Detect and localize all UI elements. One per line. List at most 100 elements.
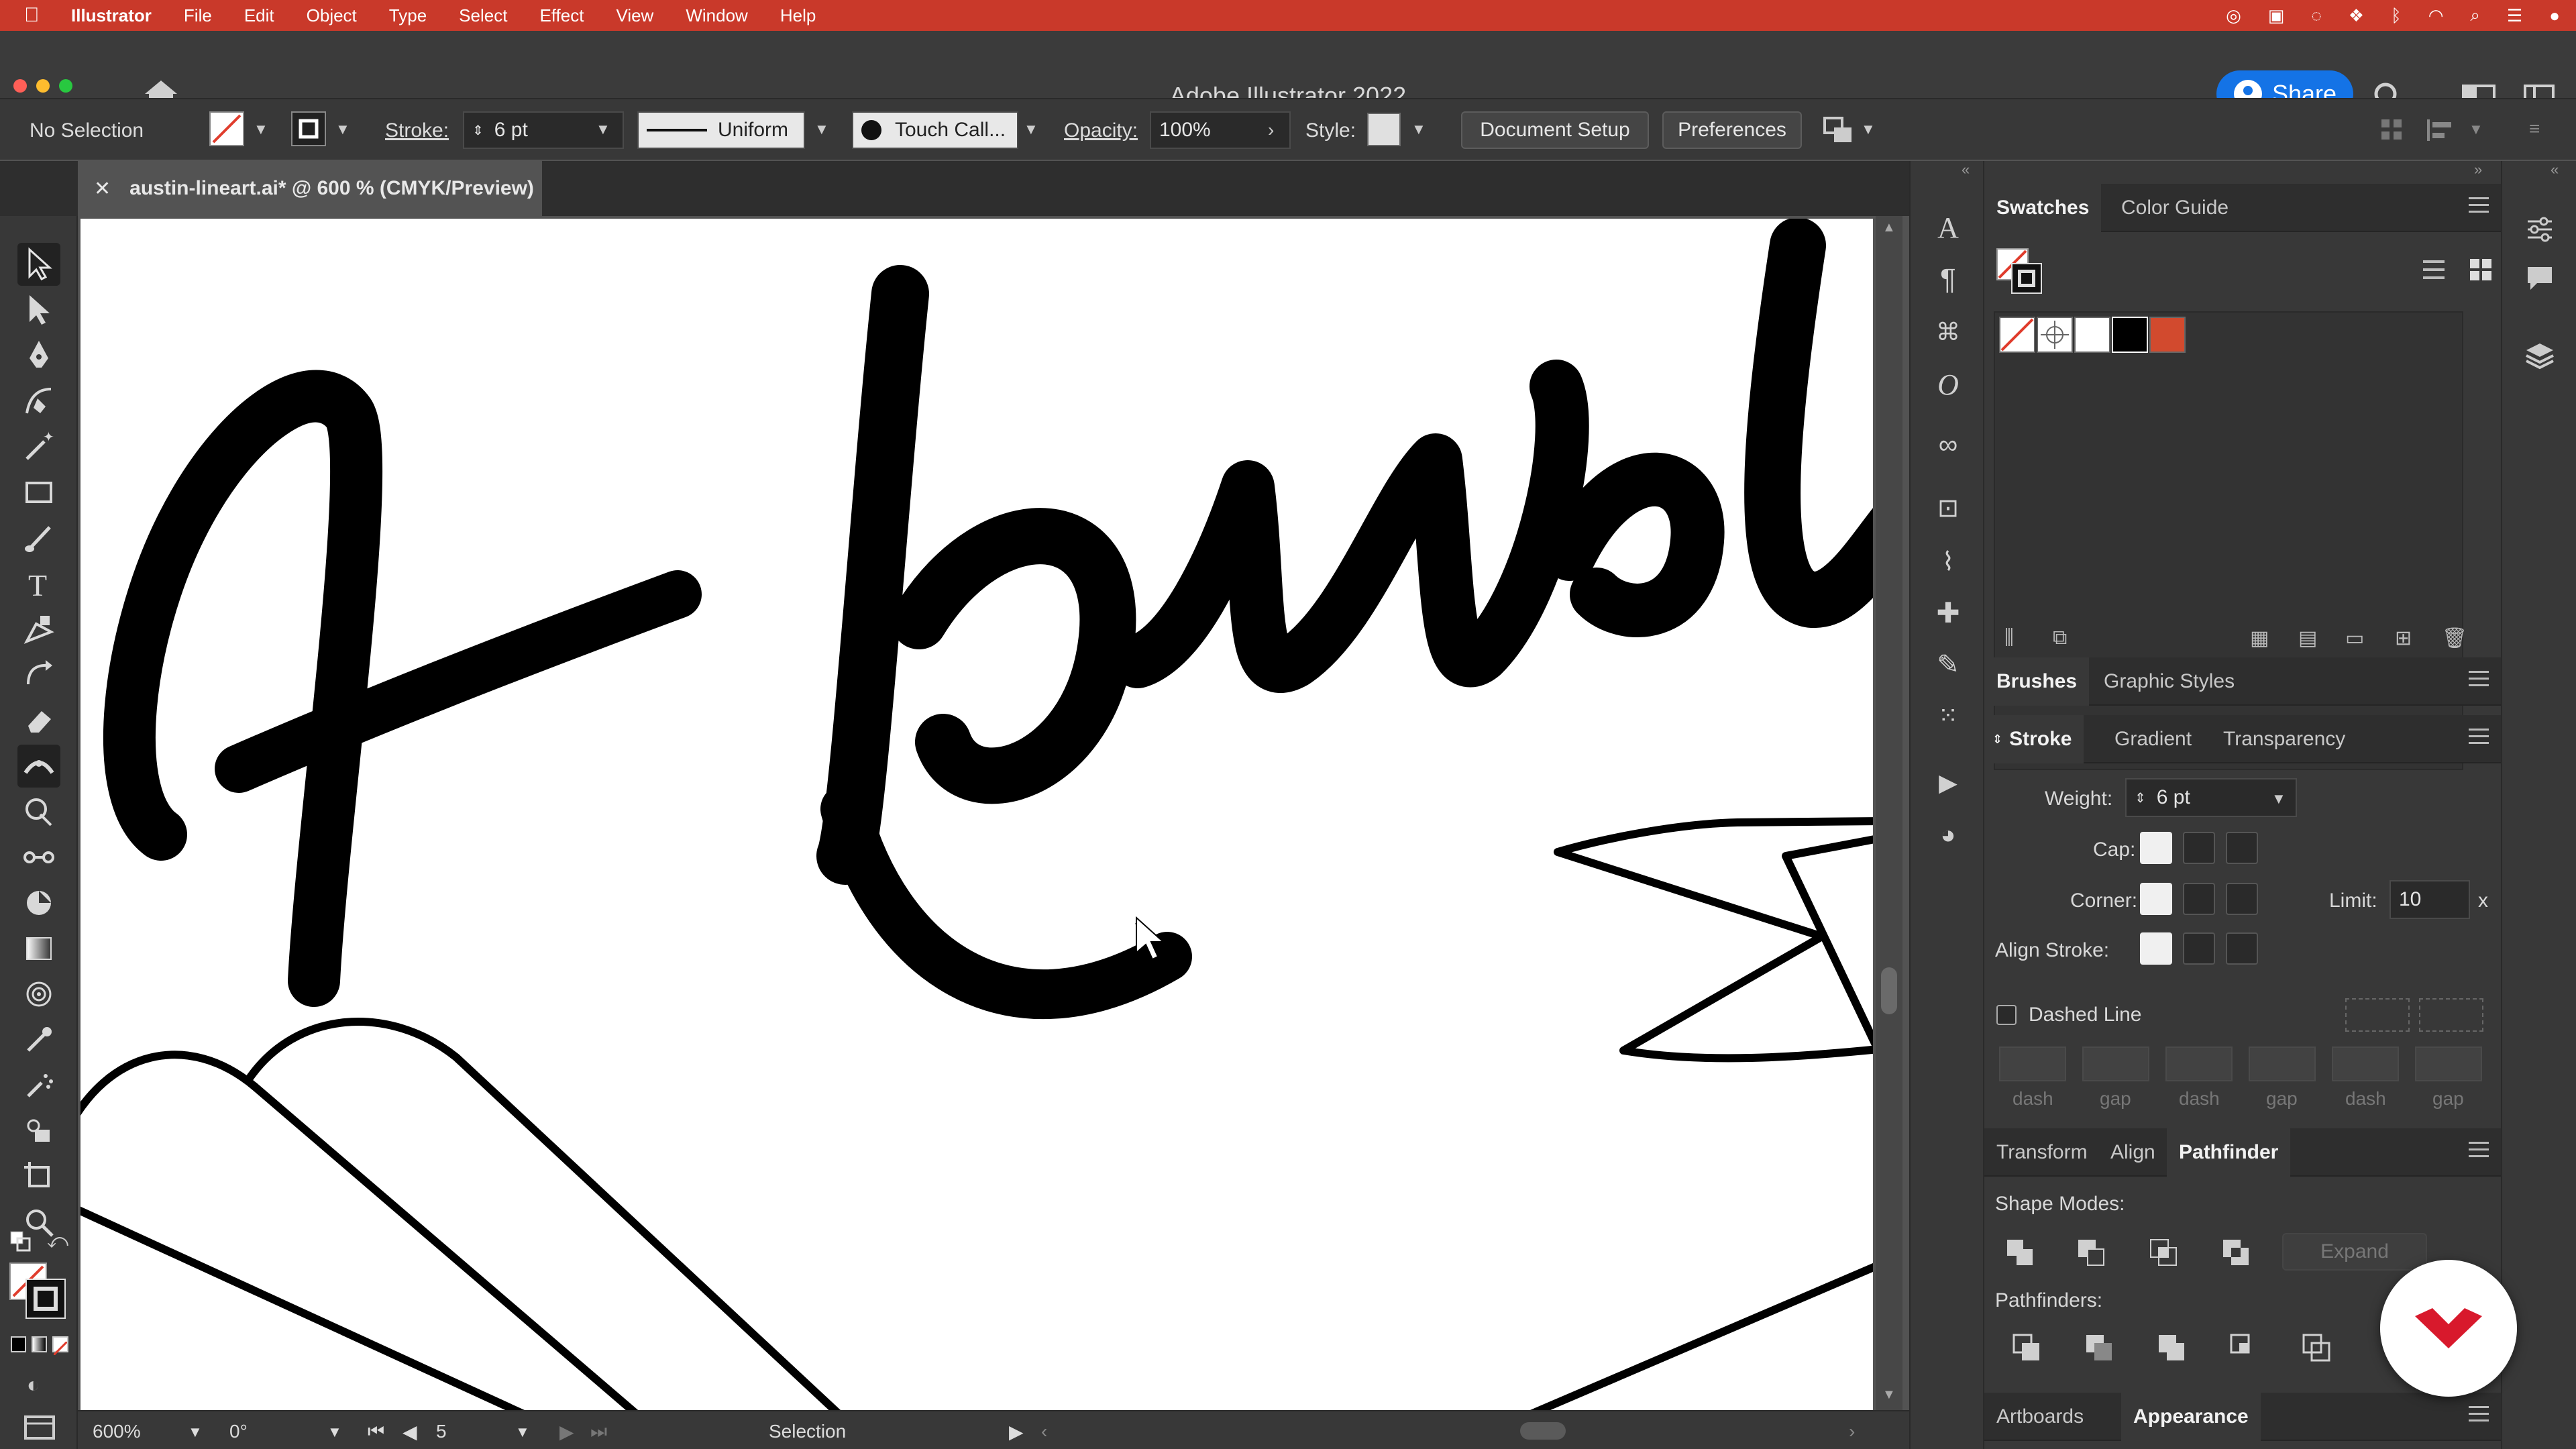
status-menu-icon[interactable]: ▶: [1009, 1421, 1024, 1443]
limit-field[interactable]: 10: [2390, 880, 2470, 919]
merge-icon[interactable]: [2156, 1332, 2187, 1363]
divide-icon[interactable]: [2011, 1332, 2042, 1363]
shape-builder-tool[interactable]: [17, 790, 60, 833]
intersect-icon[interactable]: [2148, 1237, 2179, 1268]
swatch-registration[interactable]: [2037, 317, 2073, 353]
menu-edit[interactable]: Edit: [244, 5, 274, 26]
dash-align-button[interactable]: [2419, 998, 2483, 1032]
align-inside-button[interactable]: [2183, 932, 2215, 965]
free-transform-tool[interactable]: [17, 608, 60, 651]
appearance-menu-icon[interactable]: [2469, 1406, 2489, 1426]
character-panel-icon[interactable]: A: [1925, 207, 1971, 248]
artwork[interactable]: [80, 219, 1873, 1410]
actions-panel-icon[interactable]: ▶: [1925, 762, 1971, 804]
graphic-style-swatch[interactable]: [1367, 113, 1401, 146]
round-join-button[interactable]: [2183, 883, 2215, 915]
dropbox-icon[interactable]: ❖: [2349, 5, 2364, 26]
folder-icon[interactable]: ▭: [2345, 627, 2364, 650]
arrange-dropdown-icon[interactable]: ▼: [1861, 121, 1876, 138]
swatch-options-icon[interactable]: ▦: [2250, 627, 2269, 650]
wifi-icon[interactable]: ◠: [2428, 5, 2444, 26]
align-dropdown-icon[interactable]: ▼: [2469, 121, 2483, 138]
menu-object[interactable]: Object: [307, 5, 357, 26]
eraser-tool[interactable]: [17, 699, 60, 742]
none-mode-icon[interactable]: [52, 1336, 68, 1356]
app-tray-icon[interactable]: ▣: [2268, 5, 2285, 26]
dash-preserve-button[interactable]: [2345, 998, 2410, 1032]
menu-window[interactable]: Window: [686, 5, 747, 26]
outline-icon[interactable]: [2301, 1332, 2332, 1363]
swatch-none[interactable]: [1999, 317, 2035, 353]
expand-panels-icon[interactable]: »: [2474, 161, 2482, 178]
gap-field-2[interactable]: [2249, 1046, 2316, 1081]
creative-cloud-icon[interactable]: ◎: [2226, 5, 2241, 26]
layers-icon[interactable]: [2524, 339, 2556, 372]
brush-dropdown-icon[interactable]: ▼: [1024, 121, 1038, 138]
bevel-join-button[interactable]: [2226, 883, 2258, 915]
color-panel-icon[interactable]: ◕: [1925, 814, 1971, 856]
delete-swatch-icon[interactable]: 🗑: [2442, 627, 2467, 650]
opacity-arrow-icon[interactable]: ›: [1268, 119, 1274, 141]
fill-swatch[interactable]: [209, 111, 244, 146]
magic-wand-tool[interactable]: ✦: [17, 425, 60, 468]
thumbnail-view-icon[interactable]: [2467, 256, 2494, 283]
tab-gradient[interactable]: Gradient: [2102, 715, 2204, 763]
preferences-button[interactable]: Preferences: [1662, 111, 1802, 149]
scroll-right-icon[interactable]: ›: [1849, 1421, 1855, 1442]
brushes-menu-icon[interactable]: [2469, 671, 2489, 691]
scroll-down-icon[interactable]: ▼: [1882, 1387, 1896, 1403]
expand-button[interactable]: Expand: [2282, 1233, 2427, 1271]
curvature-tool[interactable]: [17, 380, 60, 423]
pen-tool[interactable]: [17, 334, 60, 377]
fill-dropdown-icon[interactable]: ▼: [254, 121, 268, 138]
links-panel-icon[interactable]: ∞: [1925, 424, 1971, 466]
artboard[interactable]: [80, 219, 1873, 1410]
artboard-tool[interactable]: [17, 1155, 60, 1198]
column-graph-tool[interactable]: [17, 1110, 60, 1152]
menu-type[interactable]: Type: [389, 5, 427, 26]
stroke-toggle-icon[interactable]: ⇕: [1992, 733, 2002, 747]
tab-stroke[interactable]: ⇕ Stroke: [1984, 715, 2084, 763]
horizontal-scrollbar-thumb[interactable]: [1520, 1422, 1566, 1440]
swatch-red[interactable]: [2149, 317, 2186, 353]
tab-transparency[interactable]: Transparency: [2211, 715, 2357, 763]
navigator-panel-icon[interactable]: ✚: [1925, 592, 1971, 633]
grid-icon[interactable]: [2380, 118, 2403, 141]
exclude-icon[interactable]: [2220, 1237, 2251, 1268]
sync-icon[interactable]: ◌: [2311, 5, 2321, 26]
unite-icon[interactable]: [2004, 1237, 2035, 1268]
collapse-dock-icon[interactable]: «: [2551, 161, 2559, 178]
new-color-group-icon[interactable]: ▤: [2298, 627, 2317, 650]
scroll-left-icon[interactable]: ‹: [1041, 1421, 1047, 1442]
live-paint-tool[interactable]: [17, 881, 60, 924]
rotate-tool[interactable]: [17, 653, 60, 696]
direct-selection-tool[interactable]: [17, 288, 60, 331]
profile-dropdown-icon[interactable]: ▼: [814, 121, 829, 138]
symbols-panel-icon[interactable]: ⁙: [1925, 695, 1971, 737]
spotlight-icon[interactable]: ⌕: [2470, 5, 2480, 26]
round-cap-button[interactable]: [2183, 832, 2215, 864]
paintbrush-tool[interactable]: [17, 517, 60, 559]
menu-view[interactable]: View: [616, 5, 653, 26]
canvas[interactable]: [78, 216, 1909, 1410]
style-dropdown-icon[interactable]: ▼: [1411, 121, 1426, 138]
weight-stepper-icon[interactable]: ⇕: [2135, 790, 2146, 806]
menu-help[interactable]: Help: [780, 5, 816, 26]
rotation-dropdown-icon[interactable]: ▼: [327, 1424, 342, 1441]
color-mode-icon[interactable]: [11, 1336, 26, 1352]
tab-color-guide[interactable]: Color Guide: [2109, 184, 2241, 232]
scrollbar-thumb[interactable]: [1881, 967, 1897, 1014]
stroke-label[interactable]: Stroke:: [385, 119, 449, 142]
trim-icon[interactable]: [2084, 1332, 2114, 1363]
rotation-value[interactable]: 0°: [229, 1421, 248, 1442]
comments-icon[interactable]: [2524, 262, 2556, 294]
stroke-menu-icon[interactable]: [2469, 729, 2489, 749]
screen-mode-icon[interactable]: [24, 1414, 55, 1441]
document-tab[interactable]: ✕ austin-lineart.ai* @ 600 % (CMYK/Previ…: [78, 161, 542, 216]
opacity-label[interactable]: Opacity:: [1064, 119, 1138, 142]
selection-tool[interactable]: [17, 243, 60, 286]
last-artboard-icon[interactable]: ⏭: [590, 1421, 607, 1443]
tab-artboards[interactable]: Artboards: [1984, 1393, 2096, 1441]
minus-front-icon[interactable]: [2076, 1237, 2106, 1268]
variable-width-profile[interactable]: Uniform: [637, 111, 805, 149]
